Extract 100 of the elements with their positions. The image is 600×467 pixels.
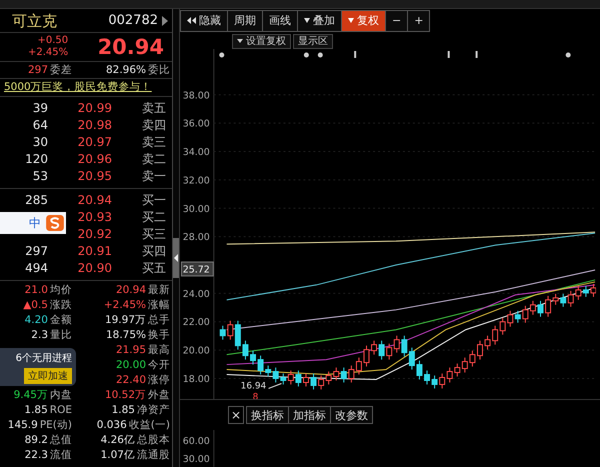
input-mode-label: 中 — [29, 214, 41, 232]
price-axis-label: 22.00 — [182, 317, 210, 328]
stat-value: 82.96% — [106, 62, 146, 78]
stat-label: 金额 — [50, 313, 72, 328]
bid-price: 20.93 — [78, 209, 112, 226]
bid-level-label: 买三 — [141, 226, 167, 243]
last-price: 20.94 — [98, 35, 164, 59]
toolbar-button[interactable]: 画线 — [262, 10, 298, 32]
ask-volume: 120 — [24, 151, 48, 168]
ask-volume: 64 — [32, 117, 48, 134]
toolbar-button[interactable]: − — [385, 10, 408, 32]
bid-level-label: 买一 — [141, 192, 167, 209]
stat-label: ROE — [50, 403, 72, 418]
bid-volume: 285 — [24, 192, 48, 209]
option-button[interactable]: 显示区 — [293, 34, 333, 49]
stat-label: 最高 — [148, 343, 170, 358]
stat-value: 1.85 — [24, 403, 48, 418]
stat-label: 涨跌 — [50, 298, 72, 313]
price-change-percent: +2.45% — [28, 47, 68, 59]
signal-count: 8 — [252, 392, 258, 400]
stat-value: 9.45万 — [14, 388, 48, 403]
ask-level-label: 卖一 — [141, 168, 167, 185]
stat-label: 外盘 — [148, 388, 170, 403]
event-marker-drawing[interactable] — [219, 50, 571, 58]
bid-level-label: 买五 — [141, 260, 167, 277]
current-price-tag: 25.72 — [180, 261, 214, 276]
stat-value: 22.40 — [116, 373, 146, 388]
speed-up-button[interactable]: 立即加速 — [24, 368, 72, 384]
stat-label: 委差 — [50, 62, 72, 78]
stat-value: 22.3 — [24, 448, 48, 463]
toolbar-button[interactable]: 周期 — [227, 10, 263, 32]
ask-price: 20.96 — [78, 151, 112, 168]
indicator-button[interactable]: 换指标 — [246, 406, 290, 424]
stat-label: 净资产 — [137, 403, 170, 418]
collapse-handle[interactable] — [173, 238, 179, 278]
price-axis-label: 20.00 — [182, 346, 210, 357]
bid-volume: 494 — [24, 260, 48, 277]
stat-label: 涨停 — [148, 373, 170, 388]
stat-value: 297 — [28, 62, 48, 78]
stat-label: 流通股 — [137, 448, 170, 463]
candlestick — [364, 345, 370, 367]
ask-price: 20.95 — [78, 168, 112, 185]
price-change: +0.50 — [38, 35, 68, 47]
bid-volume: 297 — [24, 243, 48, 260]
stat-label: 量比 — [50, 328, 72, 343]
stat-value: 4.20 — [24, 313, 48, 328]
stat-label: 涨幅 — [148, 298, 170, 313]
price-axis-label: 24.00 — [182, 288, 210, 300]
indicator-button[interactable]: 加指标 — [288, 406, 332, 424]
candlestick — [477, 340, 483, 360]
stat-value: 10.52万 — [104, 388, 146, 403]
toolbar-button[interactable]: 叠加 — [297, 10, 342, 32]
ask-volume: 30 — [32, 134, 48, 151]
double-arrow-icon — [187, 17, 196, 24]
popup-message: 6个无用进程 — [16, 352, 72, 364]
stat-label: 今开 — [148, 358, 170, 373]
leader-line — [268, 382, 282, 389]
ask-level-label: 卖五 — [141, 100, 167, 117]
stat-label: 委比 — [148, 62, 170, 78]
stat-label: 内盘 — [50, 388, 72, 403]
stat-label: PE(动) — [40, 418, 72, 433]
stat-label: 最新 — [148, 283, 170, 298]
bid-level-label: 买四 — [141, 243, 167, 260]
option-button[interactable]: 设置复权 — [232, 34, 291, 49]
input-method-logo-icon — [46, 215, 64, 231]
bid-price: 20.92 — [78, 226, 112, 243]
ask-volume: 39 — [32, 100, 48, 117]
price-axis-label: 28.00 — [182, 232, 210, 244]
stat-label: 流值 — [50, 448, 72, 463]
stat-label: 收益(一) — [128, 418, 170, 433]
stat-value: 145.9 — [8, 418, 38, 433]
price-axis-label: 30.00 — [182, 204, 210, 215]
input-method-bar[interactable]: 中 — [0, 212, 66, 234]
stat-value: 89.2 — [24, 433, 48, 448]
stat-value: ▲0.5 — [23, 298, 48, 313]
candlestick — [538, 300, 544, 318]
stat-label: 总值 — [50, 433, 72, 448]
stat-value: 0.036 — [96, 418, 127, 433]
candlestick — [424, 370, 430, 385]
ask-level-label: 卖二 — [141, 151, 167, 168]
price-axis-label: 38.00 — [182, 90, 210, 102]
stat-value: 4.26亿 — [100, 433, 135, 448]
close-button[interactable]: × — [228, 406, 244, 424]
stock-code: 002782 — [108, 13, 158, 28]
stat-label: 换手 — [148, 328, 170, 343]
ask-level-label: 卖三 — [141, 134, 167, 151]
low-price-label: 16.94 — [240, 381, 266, 392]
price-axis-label: 36.00 — [182, 118, 210, 130]
stat-value: 18.75% — [106, 328, 146, 343]
toolbar-button[interactable]: 复权 — [341, 10, 386, 32]
stat-value: 20.94 — [116, 283, 146, 298]
promo-link[interactable]: 5000万巨奖，股民免费参与！ — [0, 79, 172, 96]
indicator-button[interactable]: 改参数 — [330, 406, 374, 424]
stock-name: 可立克 — [12, 12, 57, 30]
toolbar-button[interactable]: 隐藏 — [180, 10, 228, 32]
stat-value: +2.45% — [104, 298, 146, 313]
stat-value: 19.97万 — [104, 313, 146, 328]
toolbar-button[interactable]: + — [407, 10, 430, 32]
indicator-axis-label: 60.00 — [182, 436, 210, 448]
price-axis-label: 18.00 — [182, 374, 210, 385]
